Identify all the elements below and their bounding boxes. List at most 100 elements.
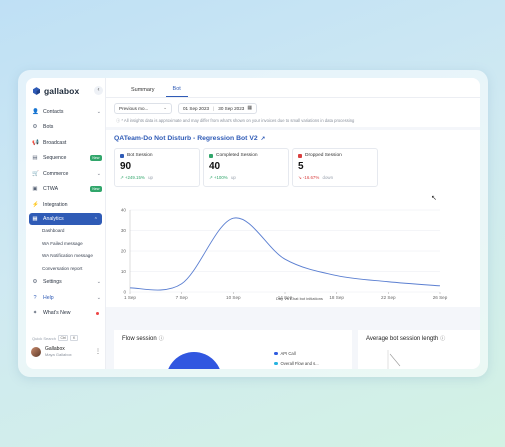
data-disclaimer: ⓘ * All insights data is approximate and… <box>106 118 480 127</box>
filter-bar: Previous mo... ⌄ 01 Sep 2023 | 30 Sep 20… <box>106 98 480 118</box>
gear-icon: ⚙ <box>32 279 38 286</box>
sidebar-item-label: Broadcast <box>43 139 67 146</box>
more-vertical-icon[interactable]: ⋮ <box>95 348 101 355</box>
bot-title-text: QATeam-Do Not Disturb - Regression Bot V… <box>114 135 258 142</box>
arrow-down-right-icon: ↘ <box>298 175 302 180</box>
y-tick-label: 20 <box>121 249 127 254</box>
stat-value: 5 <box>298 161 304 172</box>
shortcut-key: K <box>70 335 78 341</box>
sidebar-item-label: Commerce <box>43 170 69 177</box>
plug-icon: ⚡ <box>32 201 39 208</box>
chart-x-axis-label: Day Vs Chat bot initiations <box>276 296 323 301</box>
sidebar-item-commerce[interactable]: 🛒 Commerce ⌄ <box>26 166 105 182</box>
sidebar-subitem-wa-failed[interactable]: WA Failed message <box>26 237 105 250</box>
date-to: 30 Sep 2023 <box>218 105 245 111</box>
y-tick-label: 10 <box>121 269 127 274</box>
stat-value: 90 <box>120 161 132 172</box>
bot-title[interactable]: QATeam-Do Not Disturb - Regression Bot V… <box>114 135 472 142</box>
flow-session-title: Flow session <box>122 335 157 342</box>
series-line <box>129 217 441 291</box>
broadcast-icon: 📢 <box>32 139 39 146</box>
stat-dropped-session: Dropped Session 5 ↘ -16.67% down <box>292 148 378 187</box>
x-tick-label: 1 Sep <box>124 295 136 300</box>
chevron-up-icon: ⌃ <box>93 217 98 223</box>
collapse-sidebar-button[interactable]: ‹ <box>94 86 103 95</box>
sidebar-subitem-dashboard[interactable]: Dashboard <box>26 225 105 238</box>
sidebar-item-sequence[interactable]: ▤ Sequence New <box>26 151 105 167</box>
arrow-up-right-icon: ↗ <box>120 175 124 180</box>
stat-delta-value: +100% <box>213 175 228 180</box>
info-icon[interactable]: ⓘ <box>159 335 164 342</box>
quick-search-label: Quick Search <box>32 335 57 341</box>
panel-title: Average bot session length ⓘ <box>366 335 472 343</box>
app-window: gallabox ‹ 👤 Contacts ⌄ ⚙ Bots 📢 Broadca… <box>26 78 480 369</box>
stat-delta: ↗ +249.15% up <box>120 175 194 181</box>
period-select-value: Previous mo... <box>119 105 149 111</box>
tab-summary[interactable]: Summary <box>124 87 162 97</box>
stat-delta: ↘ -16.67% down <box>298 175 372 181</box>
stat-direction: up <box>148 175 153 180</box>
user-profile[interactable]: Gallabox Maya Gallabox ⋮ <box>31 346 103 357</box>
analytics-icon: ▦ <box>32 215 38 222</box>
sidebar-item-label: Settings <box>43 279 62 286</box>
bot-initiations-chart: 0102030401 Sep 7 Sep 10 Sep 14 Sep 18 Sep 22 … <box>121 208 448 301</box>
period-select[interactable]: Previous mo... ⌄ <box>114 102 172 114</box>
stat-delta-value: -16.67% <box>302 175 320 180</box>
megaphone-icon: ✦ <box>32 310 38 317</box>
sidebar-item-label: Contacts <box>43 108 64 115</box>
sidebar-item-whats-new[interactable]: ✦ What's New <box>26 306 105 322</box>
legend-label: Overall Flow and s... <box>280 361 319 366</box>
chevron-down-icon: ⌄ <box>96 294 101 301</box>
x-tick-label: 18 Sep <box>329 295 344 300</box>
x-tick-label: 26 Sep <box>433 295 448 300</box>
x-tick-label: 7 Sep <box>176 295 188 300</box>
sidebar-item-ctwa[interactable]: ▣ CTWA New <box>26 182 105 198</box>
stat-label: Bot Session <box>120 153 194 158</box>
sidebar-item-broadcast[interactable]: 📢 Broadcast <box>26 135 105 151</box>
sidebar-item-analytics[interactable]: ▦ Analytics ⌃ <box>29 212 102 225</box>
stat-bot-session: Bot Session 90 ↗ +249.15% up <box>114 148 200 187</box>
sidebar-item-label: Integration <box>43 201 68 208</box>
avg-length-axis <box>387 350 401 369</box>
bot-icon: ⚙ <box>32 124 38 131</box>
legend-dot <box>274 361 278 366</box>
sidebar-item-contacts[interactable]: 👤 Contacts ⌄ <box>26 104 105 120</box>
flow-session-donut <box>168 352 220 369</box>
sidebar-item-label: Sequence <box>43 155 67 162</box>
sidebar-item-bots[interactable]: ⚙ Bots <box>26 120 105 136</box>
tab-bot[interactable]: Bot <box>165 86 188 97</box>
legend-dot <box>274 351 278 356</box>
sidebar-item-label: Analytics <box>43 215 64 222</box>
date-separator: | <box>213 105 215 111</box>
stat-label: Dropped Session <box>298 153 372 158</box>
ctwa-icon: ▣ <box>32 186 38 193</box>
stats-row: Bot Session 90 ↗ +249.15% up Completed S… <box>114 148 472 187</box>
quick-search[interactable]: Quick Search Ctrl K <box>32 335 78 341</box>
date-from: 01 Sep 2023 <box>183 105 210 111</box>
notification-dot <box>96 312 99 315</box>
sidebar-item-settings[interactable]: ⚙ Settings ⌄ <box>26 275 105 291</box>
tab-bar: Summary Bot <box>106 78 480 98</box>
arrow-up-right-icon: ↗ <box>209 175 213 180</box>
panel-title: Flow session ⓘ <box>122 335 344 343</box>
sidebar-item-label: Help <box>43 294 54 301</box>
x-tick-label: 22 Sep <box>381 295 396 300</box>
sequence-icon: ▤ <box>32 155 38 162</box>
sidebar-item-help[interactable]: ? Help ⌄ <box>26 290 105 306</box>
brand-name: gallabox <box>44 86 80 96</box>
stat-label-text: Completed Session <box>216 153 258 158</box>
sidebar-item-integration[interactable]: ⚡ Integration <box>26 197 105 213</box>
sidebar: gallabox ‹ 👤 Contacts ⌄ ⚙ Bots 📢 Broadca… <box>26 78 106 369</box>
stat-delta: ↗ +100% up <box>209 175 283 181</box>
shortcut-key: Ctrl <box>58 335 69 341</box>
sidebar-subitem-conversation-report[interactable]: Conversation report <box>26 262 105 275</box>
y-tick-label: 30 <box>121 228 127 233</box>
external-link-icon[interactable]: ↗ <box>261 136 266 142</box>
chevron-down-icon: ⌄ <box>163 105 167 110</box>
chevron-down-icon: ⌄ <box>96 108 101 115</box>
sidebar-item-label: Bots <box>43 124 54 131</box>
sidebar-subitem-wa-notification[interactable]: WA Notification message <box>26 250 105 263</box>
new-badge: New <box>89 154 102 161</box>
date-range-picker[interactable]: 01 Sep 2023 | 30 Sep 2023 ▦ <box>178 102 258 114</box>
info-icon[interactable]: ⓘ <box>440 335 445 342</box>
